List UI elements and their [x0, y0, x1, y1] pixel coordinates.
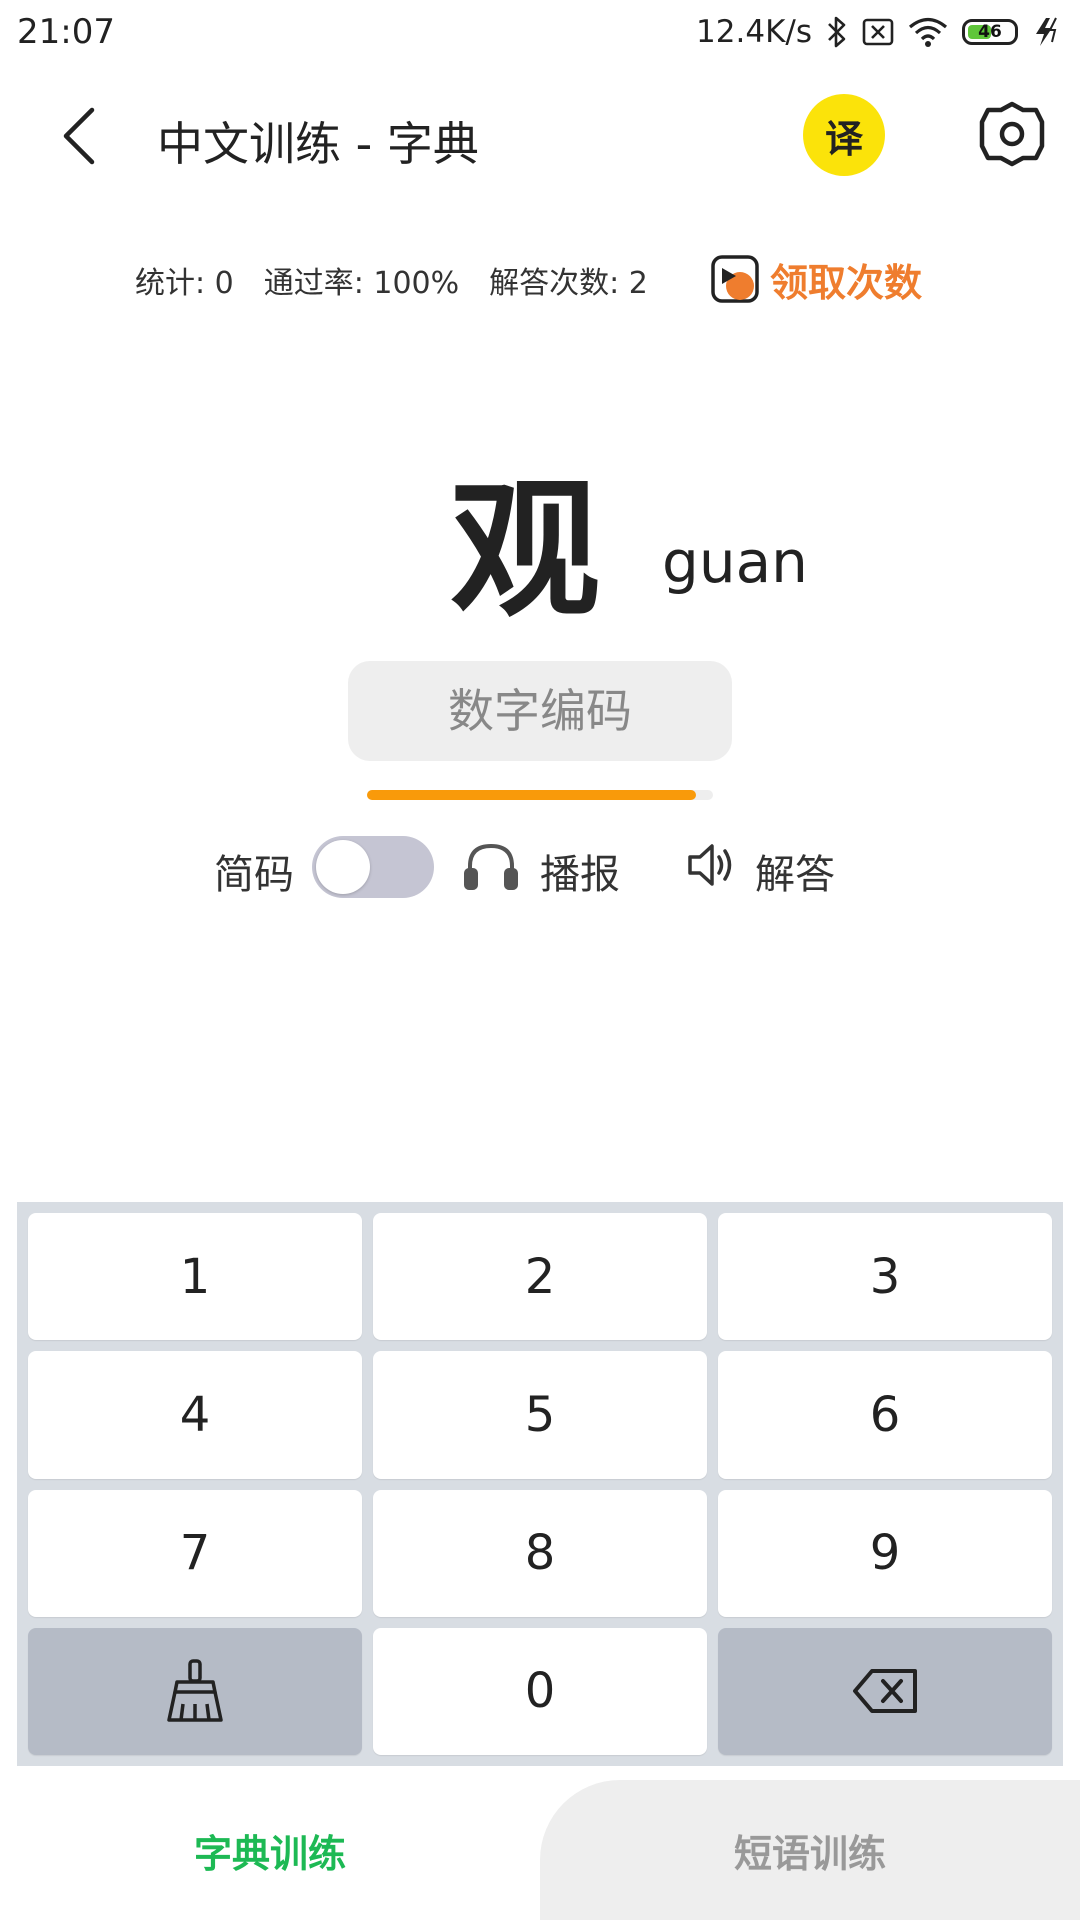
key-8[interactable]: 8: [373, 1489, 707, 1617]
short-code-toggle[interactable]: [312, 836, 434, 898]
key-1[interactable]: 1: [28, 1213, 362, 1341]
wifi-icon: [908, 17, 948, 47]
key-0[interactable]: 0: [373, 1627, 707, 1755]
tab-dictionary-training[interactable]: 字典训练: [0, 1780, 540, 1920]
tab-phrase-training[interactable]: 短语训练: [540, 1780, 1080, 1920]
headphone-icon[interactable]: [462, 840, 520, 892]
backspace-button[interactable]: [718, 1627, 1052, 1755]
stat-answer-times: 解答次数: 2: [489, 266, 648, 301]
battery-icon: 46: [962, 19, 1018, 45]
charging-icon: [1036, 17, 1057, 46]
bottom-tab-bar: 字典训练 短语训练: [0, 1780, 1080, 1920]
sim-off-icon: [862, 18, 894, 46]
claim-times-label: 领取次数: [770, 260, 923, 305]
answer-progress-bar: [367, 790, 713, 800]
bluetooth-icon: [828, 16, 846, 48]
gear-icon[interactable]: [978, 100, 1046, 168]
key-9[interactable]: 9: [718, 1489, 1052, 1617]
numeric-keypad: 1 2 3 4 5 6 7 8 9 0: [17, 1202, 1063, 1766]
stats-row: 统计: 0 通过率: 100% 解答次数: 2: [135, 258, 678, 302]
app-screen: 21:07 12.4K/s 46 中文训练 - 字典 译 统计: 0 通过率: …: [0, 0, 1080, 1920]
network-speed: 12.4K/s: [696, 14, 812, 50]
clear-button[interactable]: [28, 1627, 362, 1755]
status-bar: 21:07 12.4K/s 46: [0, 0, 1080, 68]
short-code-label: 简码: [214, 852, 294, 898]
options-row: 简码 播报 解答: [0, 830, 1080, 900]
stat-count: 统计: 0: [135, 266, 234, 301]
chinese-character: 观: [450, 462, 601, 638]
translate-button[interactable]: 译: [803, 94, 885, 176]
key-6[interactable]: 6: [718, 1351, 1052, 1479]
backspace-icon: [853, 1669, 917, 1714]
claim-times-button[interactable]: 领取次数: [710, 253, 922, 305]
key-4[interactable]: 4: [28, 1351, 362, 1479]
key-5[interactable]: 5: [373, 1351, 707, 1479]
video-reward-icon: [711, 255, 759, 303]
key-2[interactable]: 2: [373, 1213, 707, 1341]
answer-progress-fill: [367, 790, 696, 800]
pinyin-label: guan: [662, 528, 808, 596]
speaker-icon[interactable]: [686, 840, 736, 890]
page-title: 中文训练 - 字典: [157, 117, 479, 171]
top-app-bar: 中文训练 - 字典 译: [0, 68, 1080, 204]
back-arrow-icon[interactable]: [52, 104, 112, 168]
broadcast-button[interactable]: 播报: [540, 842, 620, 900]
broom-icon: [167, 1659, 223, 1723]
key-3[interactable]: 3: [718, 1213, 1052, 1341]
battery-level: 46: [978, 22, 1002, 42]
key-7[interactable]: 7: [28, 1489, 362, 1617]
number-code-input[interactable]: [348, 661, 732, 761]
status-icons: 12.4K/s 46: [696, 10, 1062, 54]
toggle-knob: [316, 840, 370, 894]
answer-button[interactable]: 解答: [755, 842, 835, 900]
stat-pass-rate: 通过率: 100%: [263, 266, 460, 301]
status-time: 21:07: [17, 12, 115, 52]
